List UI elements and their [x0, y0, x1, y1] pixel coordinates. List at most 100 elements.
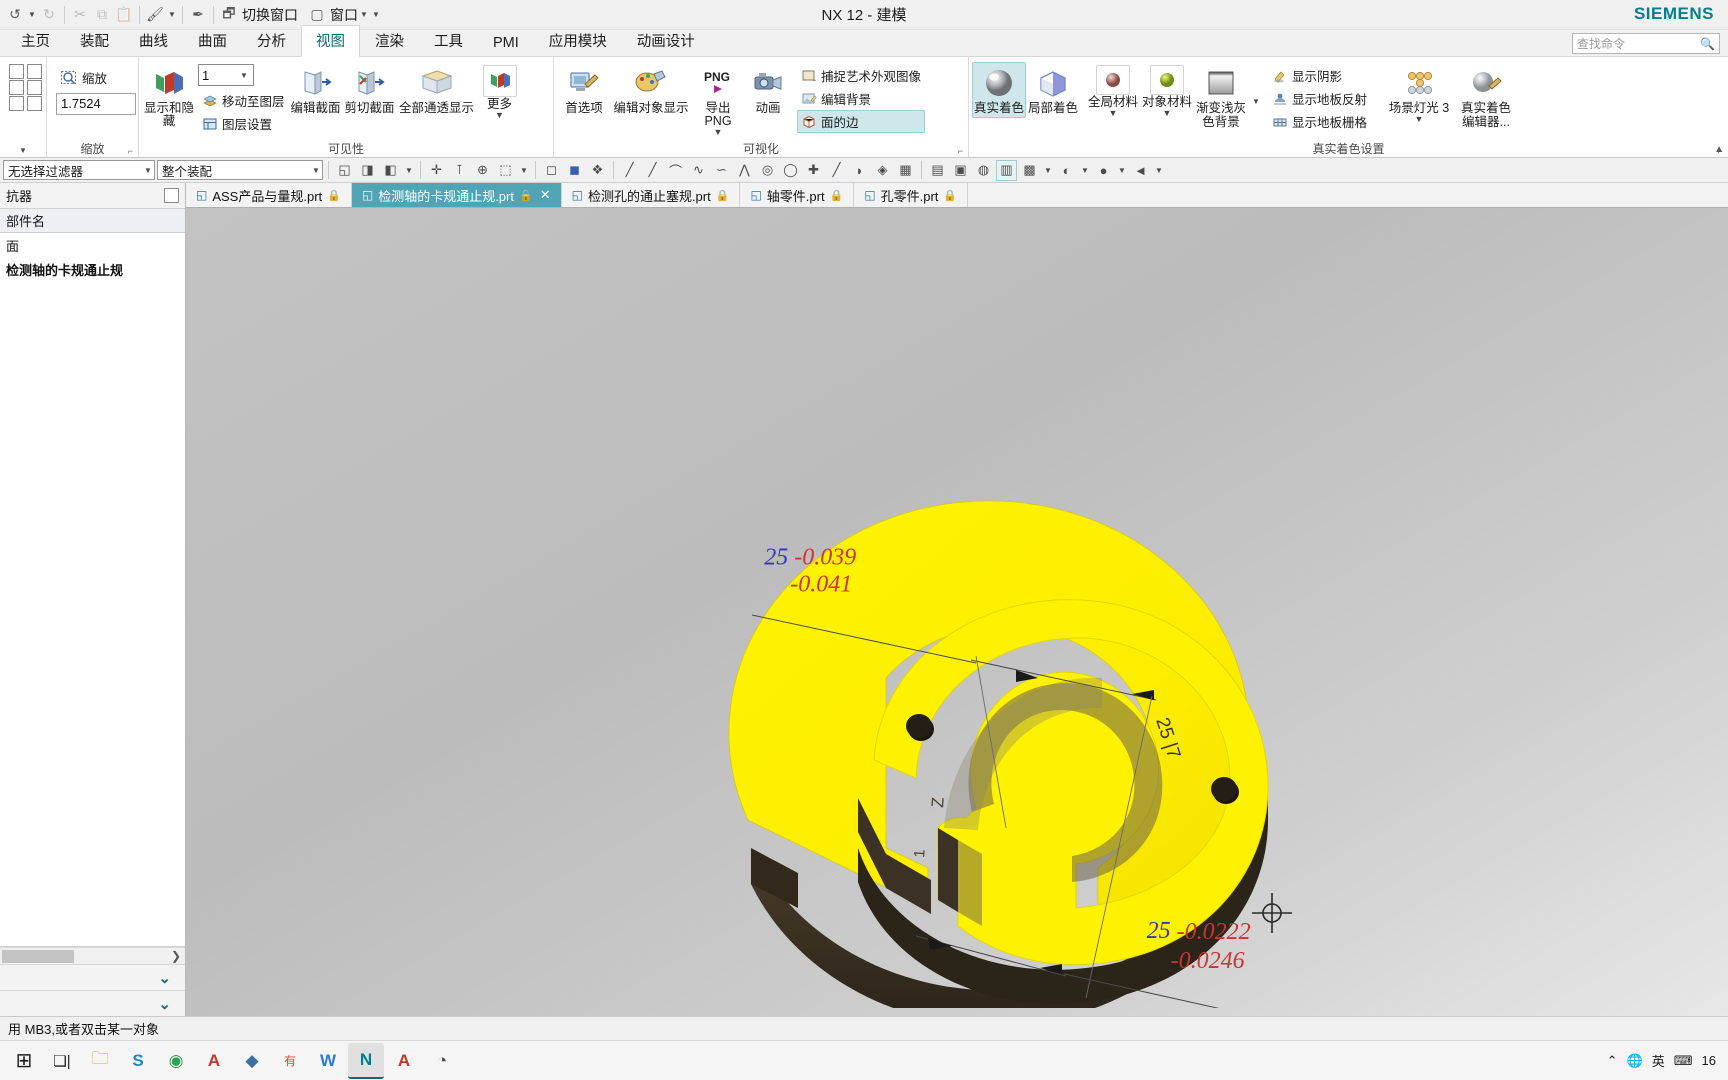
animation-button[interactable]: 动画 — [745, 62, 791, 118]
switch-window-label[interactable]: 切换窗口 — [242, 5, 298, 25]
more-visibility-button[interactable]: 更多 ▼ — [477, 62, 523, 123]
snap-dropdown-icon[interactable]: ▼ — [518, 166, 530, 175]
view-icon[interactable]: ▤ — [927, 160, 948, 181]
window-dropdown-icon[interactable]: ▼ — [358, 10, 370, 19]
layout-nine-icon[interactable] — [27, 96, 42, 111]
section-icon[interactable]: ▩ — [1019, 160, 1040, 181]
section-dropdown-icon[interactable]: ▼ — [1042, 166, 1054, 175]
snap-endpoint-icon[interactable]: ⊺ — [449, 160, 470, 181]
tab-assembly[interactable]: 装配 — [65, 25, 124, 56]
tab-home[interactable]: 主页 — [6, 25, 65, 56]
show-hide-button[interactable]: 显示和隐藏 — [142, 62, 196, 131]
pattern-dropdown-icon[interactable]: ▼ — [1153, 166, 1165, 175]
paste-dropdown-icon[interactable]: ▼ — [166, 10, 178, 19]
redo-icon[interactable]: ↻ — [38, 4, 60, 26]
panel-expander-2[interactable]: ⌄ — [0, 990, 185, 1016]
tab-view[interactable]: 视图 — [301, 25, 360, 57]
layout-single-icon[interactable] — [9, 64, 24, 79]
undo-icon[interactable]: ↺ — [4, 4, 26, 26]
switch-window-icon[interactable]: 🗗 — [218, 4, 240, 26]
scene-light-dropdown-icon[interactable]: ▼ — [1415, 115, 1424, 124]
wireframe-icon[interactable]: ◻ — [541, 160, 562, 181]
file-tab-hole-plug-gauge[interactable]: ◱ 检测孔的通止塞规.prt 🔒 — [562, 183, 741, 207]
file-tab-hole-part[interactable]: ◱ 孔零件.prt 🔒 — [854, 183, 968, 207]
tree-node-face[interactable]: 面 — [0, 233, 185, 257]
capture-artistic-image-button[interactable]: 捕捉艺术外观图像 — [797, 64, 925, 87]
window-label[interactable]: 窗口 — [330, 5, 358, 25]
color-icon[interactable]: ◐ — [1056, 160, 1077, 181]
panel-expander-1[interactable]: ⌄ — [0, 964, 185, 990]
material-icon[interactable]: ● — [1093, 160, 1114, 181]
selection-face-icon[interactable]: ◨ — [357, 160, 378, 181]
pdf-icon[interactable]: A — [196, 1043, 232, 1079]
zoom-value-input[interactable]: 1.7524 — [56, 93, 136, 115]
more-visibility-dropdown-icon[interactable]: ▼ — [495, 111, 504, 120]
panel-pin-icon[interactable] — [164, 188, 179, 203]
orient-icon[interactable]: ▣ — [950, 160, 971, 181]
zoom-button[interactable]: 缩放 — [56, 66, 111, 89]
layout-two-icon[interactable] — [27, 64, 42, 79]
color-dropdown-icon[interactable]: ▼ — [1079, 166, 1091, 175]
browser-icon[interactable]: ◉ — [158, 1043, 194, 1079]
ellipse-icon[interactable]: ◯ — [780, 160, 801, 181]
preferences-button[interactable]: 首选项 — [557, 62, 611, 118]
layer-icon[interactable]: ▥ — [996, 160, 1017, 181]
circle-icon[interactable]: ◎ — [757, 160, 778, 181]
curve-icon[interactable]: ∽ — [711, 160, 732, 181]
tab-application-modules[interactable]: 应用模块 — [534, 25, 622, 56]
rectangle-select-icon[interactable]: ⬚ — [495, 160, 516, 181]
keyboard-icon[interactable]: ⌨ — [1674, 1053, 1693, 1069]
tree-node-active-part[interactable]: 检测轴的卡规通止规 — [0, 257, 185, 281]
chevron-down-icon[interactable]: ⌄ — [158, 995, 171, 1013]
chevron-down-icon[interactable]: ⌄ — [158, 969, 171, 987]
nx-icon[interactable]: N — [348, 1043, 384, 1079]
object-material-button[interactable]: 对象材料 ▼ — [1140, 62, 1194, 121]
gradient-background-button[interactable]: 渐变浅灰 色背景 — [1194, 62, 1248, 132]
selection-priority-icon[interactable]: ◱ — [334, 160, 355, 181]
clock-time[interactable]: 16 — [1702, 1053, 1716, 1068]
pattern-icon[interactable]: ◄ — [1130, 160, 1151, 181]
material-dropdown-icon[interactable]: ▼ — [1116, 166, 1128, 175]
column-header-part-name[interactable]: 部件名 — [0, 209, 185, 233]
visualization-dialog-launcher-icon[interactable]: ⌐ — [958, 143, 963, 158]
selection-scope-select[interactable]: 整个装配 ▼ — [157, 160, 323, 180]
realistic-shading-editor-button[interactable]: 真实着色 编辑器... — [1459, 62, 1513, 132]
qat-customize-icon[interactable]: ▼ — [370, 10, 382, 19]
layout-four-icon[interactable] — [27, 80, 42, 95]
file-explorer-icon[interactable]: 🗀 — [82, 1043, 118, 1079]
show-shadows-button[interactable]: 显示阴影 — [1268, 64, 1371, 87]
tab-tools[interactable]: 工具 — [419, 25, 478, 56]
copy-icon[interactable]: ⧉ — [91, 4, 113, 26]
render-style-icon[interactable]: ◍ — [973, 160, 994, 181]
export-png-dropdown-icon[interactable]: ▼ — [714, 128, 723, 137]
wps-icon[interactable]: W — [310, 1043, 346, 1079]
acrobat-icon[interactable]: A — [386, 1043, 422, 1079]
cut-icon[interactable]: ✂ — [69, 4, 91, 26]
app-s-icon[interactable]: S — [120, 1043, 156, 1079]
face-icon[interactable]: ◗ — [849, 160, 870, 181]
tab-analysis[interactable]: 分析 — [242, 25, 301, 56]
face-edges-button[interactable]: 面的边 — [797, 110, 925, 133]
edit-background-button[interactable]: 编辑背景 — [797, 87, 925, 110]
tab-curve[interactable]: 曲线 — [124, 25, 183, 56]
cross-icon[interactable]: ✚ — [803, 160, 824, 181]
file-tab-shaft-gauge[interactable]: ◱ 检测轴的卡规通止规.prt 🔒 ✕ — [352, 183, 562, 207]
global-material-button[interactable]: 全局材料 ▼ — [1086, 62, 1140, 121]
tab-animation-design[interactable]: 动画设计 — [622, 25, 710, 56]
ime-label[interactable]: 英 — [1652, 1051, 1665, 1070]
tab-surface[interactable]: 曲面 — [183, 25, 242, 56]
paste-special-icon[interactable]: 🖌 — [144, 4, 166, 26]
global-material-dropdown-icon[interactable]: ▼ — [1109, 109, 1118, 118]
undo-dropdown-icon[interactable]: ▼ — [26, 10, 38, 19]
all-transparent-button[interactable]: 全部通透显示 — [397, 62, 477, 118]
cad-viewport[interactable]: Z 1 25 |7 — [186, 208, 1728, 1016]
layer-select[interactable]: 1 ▼ — [198, 64, 254, 86]
youdao-icon[interactable]: 有 — [272, 1043, 308, 1079]
arc-icon[interactable]: ⌒ — [665, 160, 686, 181]
line2-icon[interactable]: ╱ — [642, 160, 663, 181]
erase-icon[interactable]: ✒ — [187, 4, 209, 26]
spline-icon[interactable]: ∿ — [688, 160, 709, 181]
search-icon[interactable]: 🔍 — [1700, 37, 1715, 51]
network-icon[interactable]: 🌐 — [1627, 1053, 1643, 1069]
shaded-icon[interactable]: ◼ — [564, 160, 585, 181]
